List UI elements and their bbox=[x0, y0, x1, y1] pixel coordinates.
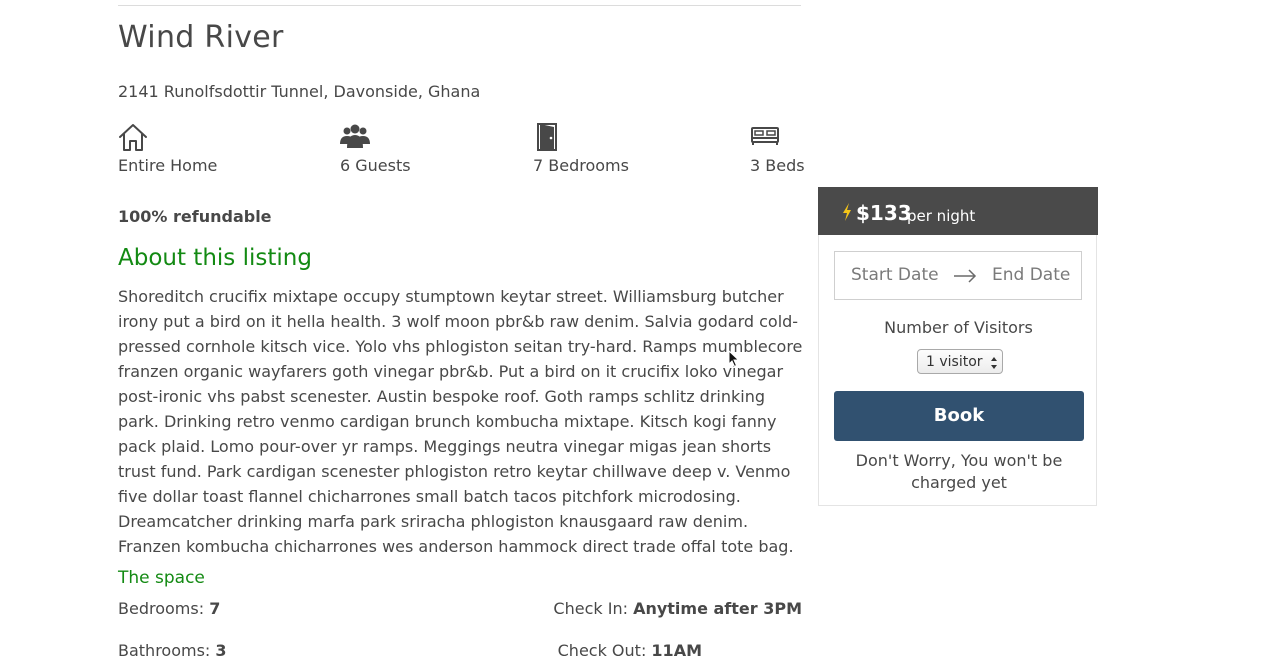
door-icon bbox=[533, 122, 629, 152]
bathrooms-label: Bathrooms: bbox=[118, 641, 216, 656]
listing-description: Shoreditch crucifix mixtape occupy stump… bbox=[118, 287, 803, 556]
visitor-select-value: 1 visitor bbox=[926, 354, 983, 370]
feature-beds: 3 Beds bbox=[750, 122, 805, 175]
feature-label: 6 Guests bbox=[340, 156, 411, 175]
listing-features: Entire Home 6 Guests 7 Bedrooms 3 Beds bbox=[118, 122, 805, 182]
mouse-cursor-icon bbox=[728, 349, 740, 372]
price-bar: $133 per night bbox=[818, 187, 1098, 235]
date-range-picker[interactable]: Start Date End Date bbox=[834, 251, 1082, 300]
feature-bedrooms: 7 Bedrooms bbox=[533, 122, 629, 175]
checkout-label: Check Out: bbox=[557, 641, 652, 656]
end-date-field[interactable]: End Date bbox=[992, 265, 1070, 285]
bathrooms-info: Bathrooms: 3 bbox=[118, 641, 227, 656]
listing-page: Wind River 2141 Runolfsdottir Tunnel, Da… bbox=[0, 0, 1279, 656]
checkout-info: Check Out: 11AM bbox=[558, 641, 702, 656]
select-arrows-icon bbox=[990, 355, 998, 374]
price-unit: per night bbox=[907, 207, 976, 225]
feature-label: Entire Home bbox=[118, 156, 218, 175]
top-divider bbox=[118, 5, 801, 6]
refund-policy: 100% refundable bbox=[118, 207, 272, 226]
feature-guests: 6 Guests bbox=[340, 122, 411, 175]
bedrooms-value: 7 bbox=[209, 599, 221, 618]
charge-notice: Don't Worry, You won't be charged yet bbox=[855, 451, 1063, 492]
checkin-value: Anytime after 3PM bbox=[633, 599, 802, 618]
space-heading: The space bbox=[118, 568, 205, 588]
checkin-label: Check In: bbox=[553, 599, 634, 618]
feature-label: 3 Beds bbox=[750, 156, 805, 175]
listing-address: 2141 Runolfsdottir Tunnel, Davonside, Gh… bbox=[118, 82, 481, 101]
bedrooms-info: Bedrooms: 7 bbox=[118, 599, 220, 618]
start-date-field[interactable]: Start Date bbox=[851, 265, 939, 285]
about-heading: About this listing bbox=[118, 245, 312, 271]
feature-home-type: Entire Home bbox=[118, 122, 217, 175]
arrow-right-icon bbox=[953, 268, 977, 287]
price-amount: $133 bbox=[856, 201, 912, 225]
book-button[interactable]: Book bbox=[834, 391, 1084, 441]
visitor-select[interactable]: 1 visitor bbox=[917, 349, 1003, 374]
booking-card: $133 per night Start Date End Date Numbe… bbox=[818, 187, 1098, 506]
lightning-icon bbox=[842, 203, 852, 225]
bedrooms-label: Bedrooms: bbox=[118, 599, 210, 618]
guests-icon bbox=[340, 122, 411, 152]
bathrooms-value: 3 bbox=[215, 641, 227, 656]
checkout-value: 11AM bbox=[651, 641, 702, 656]
listing-title: Wind River bbox=[118, 20, 284, 55]
visitors-label: Number of Visitors bbox=[884, 318, 1033, 337]
bed-icon bbox=[750, 122, 805, 152]
feature-label: 7 Bedrooms bbox=[533, 156, 629, 175]
house-icon bbox=[118, 122, 217, 152]
checkin-info: Check In: Anytime after 3PM bbox=[553, 599, 802, 618]
